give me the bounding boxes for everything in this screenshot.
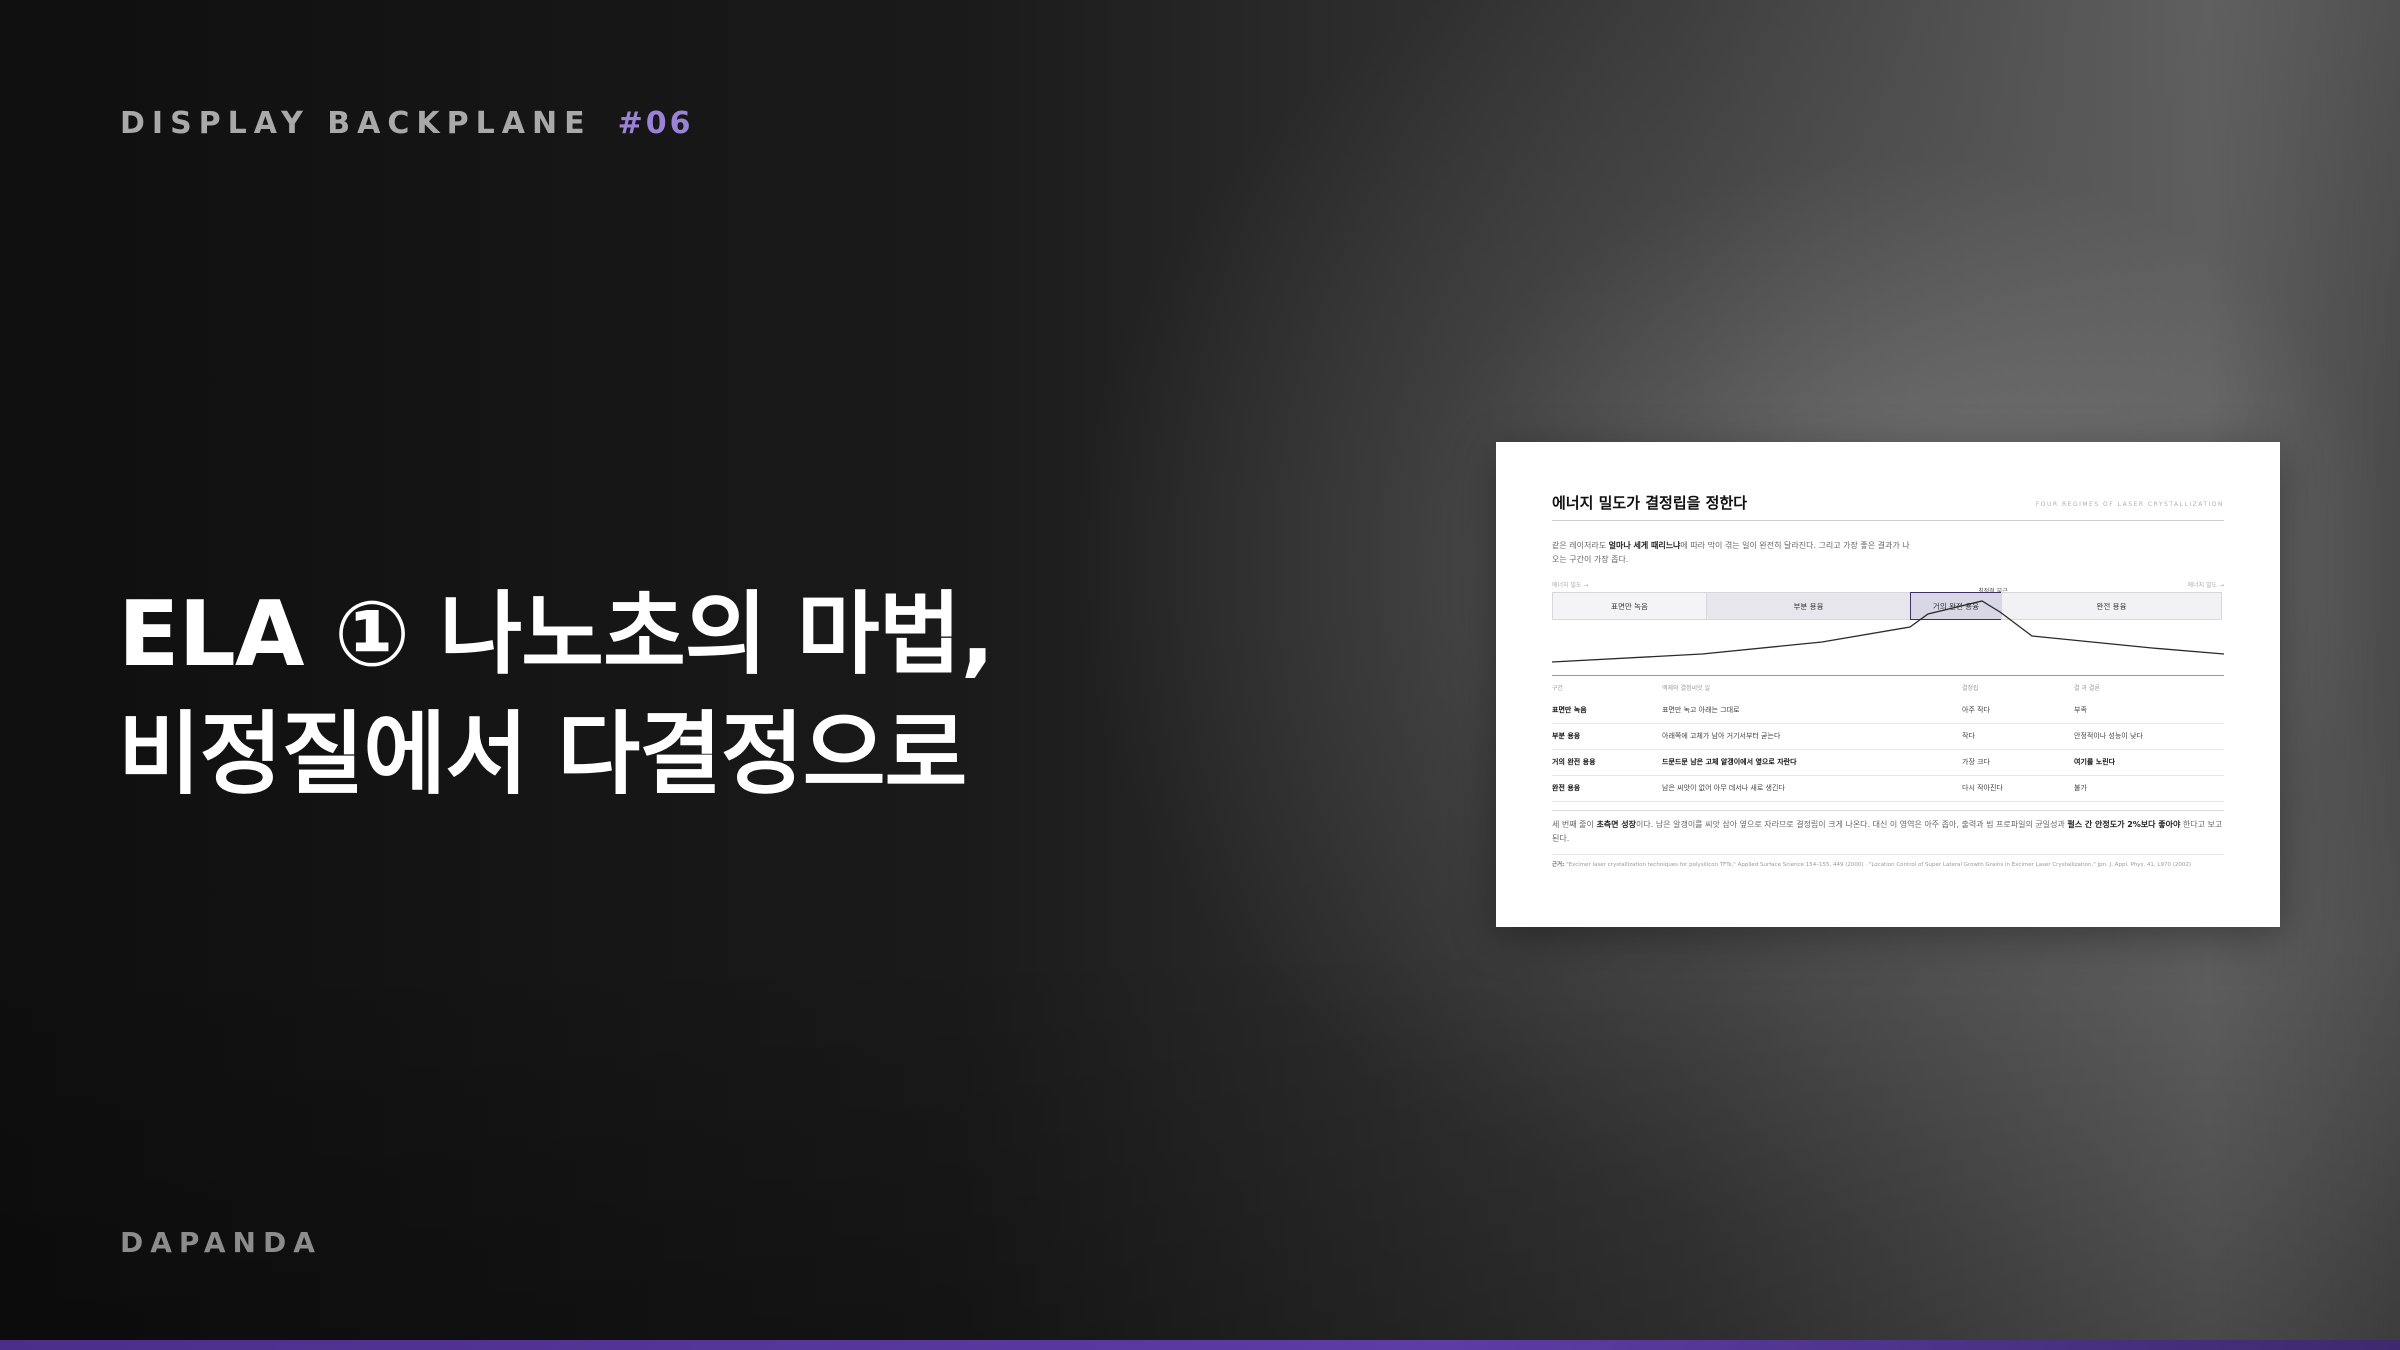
episode-number: #06 [617,106,694,141]
table-row: 완전 용융 남은 씨앗이 없어 아무 데서나 새로 생긴다 다시 작아진다 불가 [1552,775,2224,802]
thumbnail-title-rule [1552,520,2224,521]
table-cell: 안정적이나 성능이 낮다 [2074,723,2224,750]
table-cell: 부족 [2074,698,2224,724]
table-header: 액체와 결정씨앗 일 [1662,685,1710,692]
headline-line-2: 비정질에서 다결정으로 [118,702,967,807]
thumbnail-source: 근거: "Excimer laser crystallization techn… [1552,862,2191,868]
table-row: 거의 완전 용융 드문드문 남은 고체 알갱이에서 옆으로 자란다 가장 크다 … [1552,749,2224,776]
accent-bottom-bar [0,1340,2400,1350]
table-cell: 남은 씨앗이 없어 아무 데서나 새로 생긴다 [1662,775,1962,802]
table-cell: 불가 [2074,775,2224,802]
table-cell: 표면만 녹고 아래는 그대로 [1662,698,1962,724]
table-cell: 거의 완전 용융 [1552,749,1662,776]
table-header: 결정립 [1962,685,1979,692]
thumbnail-summary: 세 번째 줄이 초측면 성장이다. 남은 알갱이를 씨앗 삼아 옆으로 자라므로… [1552,820,2223,843]
table-cell: 가장 크다 [1962,749,2074,776]
table-top-rule [1552,675,2224,676]
grain-size-curve [1552,600,2224,663]
table-cell: 아주 작다 [1962,698,2074,724]
table-cell: 부분 용융 [1552,723,1662,750]
table-row: 부분 용융 아래쪽에 고체가 남아 거기서부터 굳는다 작다 안정적이나 성능이… [1552,723,2224,750]
thumbnail-eyebrow: FOUR REGIMES OF LASER CRYSTALLIZATION [2035,501,2224,508]
table-header-row: 구간 액체와 결정씨앗 일 결정립 결 과 결론 [1552,681,2224,698]
thumbnail-title: 에너지 밀도가 결정립을 정한다 [1552,494,1748,512]
brand-label: DAPANDA [120,1226,322,1259]
table-cell: 완전 용융 [1552,775,1662,802]
table-row: 표면만 녹음 표면만 녹고 아래는 그대로 아주 작다 부족 [1552,698,2224,724]
series-eyebrow: DISPLAY BACKPLANE #06 [120,106,693,141]
table-header: 구간 [1552,685,1564,692]
axis-label-left: 에너지 밀도 → [1552,582,1589,589]
table-cell: 표면만 녹음 [1552,698,1662,724]
table-cell: 드문드문 남은 고체 알갱이에서 옆으로 자란다 [1662,749,1962,776]
slide-thumbnail: 에너지 밀도가 결정립을 정한다 FOUR REGIMES OF LASER C… [1496,442,2280,927]
table-cell: 다시 작아진다 [1962,775,2074,802]
axis-label-right: 에너지 밀도 → [2187,582,2224,589]
source-rule [1552,854,2224,855]
table-header: 결 과 결론 [2074,685,2100,692]
table-cell: 아래쪽에 고체가 남아 거기서부터 굳는다 [1662,723,1962,750]
summary-rule [1552,810,2224,811]
table-cell: 여기를 노린다 [2074,749,2224,776]
series-label: DISPLAY BACKPLANE [120,106,592,141]
table-cell: 작다 [1962,723,2074,750]
regime-table: 구간 액체와 결정씨앗 일 결정립 결 과 결론 표면만 녹음 표면만 녹고 아… [1552,681,2224,802]
slide-headline: ELA ① 나노초의 마법, 비정질에서 다결정으로 [118,575,1018,815]
thumbnail-intro: 같은 레이저라도 얼마나 세게 때리느냐에 따라 막이 겪는 일이 완전히 달라… [1552,541,1910,564]
headline-line-1: ELA ① 나노초의 마법, [118,582,995,687]
